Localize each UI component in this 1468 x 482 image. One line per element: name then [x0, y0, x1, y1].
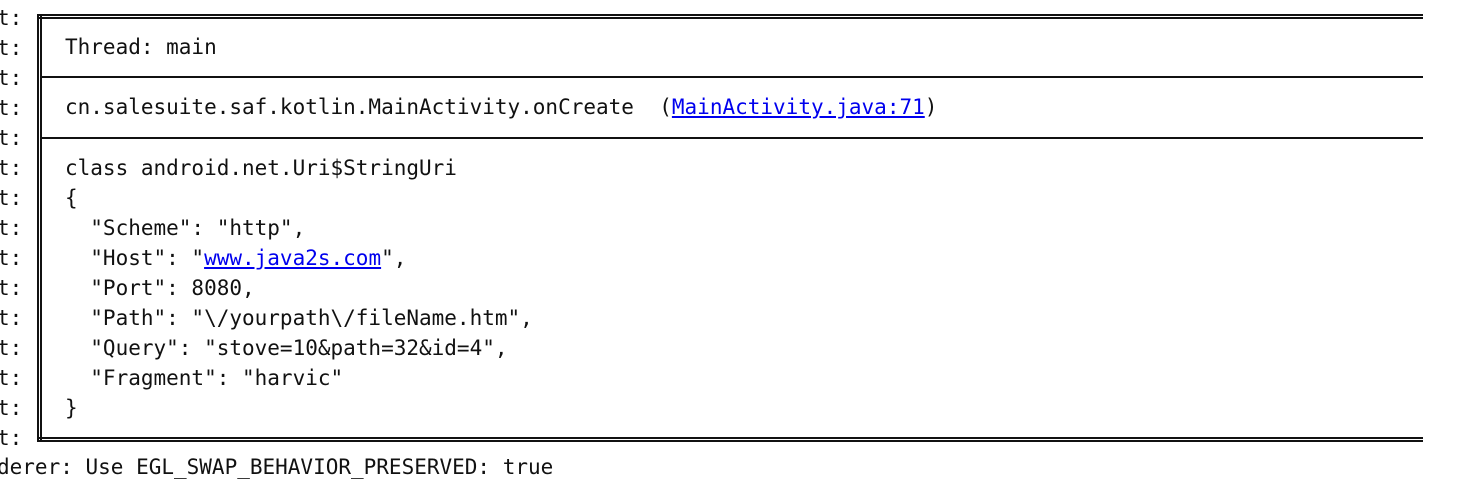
gutter-label: t:	[0, 396, 23, 420]
gutter-label: t:	[0, 246, 23, 270]
gutter-label: t:	[0, 156, 23, 180]
close-brace: }	[65, 396, 78, 420]
gutter-label: t:	[0, 126, 23, 150]
scheme-line: "Scheme": "http",	[65, 216, 306, 240]
thread-label: Thread: main	[65, 35, 217, 59]
gutter-label: t:	[0, 426, 23, 450]
query-line: "Query": "stove=10&path=32&id=4",	[65, 336, 508, 360]
gutter-label: t:	[0, 66, 23, 90]
log-box-left-border	[37, 14, 42, 442]
stack-close-paren: )	[924, 95, 938, 119]
gutter-label: t:	[0, 366, 23, 390]
host-line: "Host": "www.java2s.com",	[65, 243, 406, 273]
gutter-label: t:	[0, 6, 23, 30]
host-prefix: "Host": "	[65, 246, 205, 270]
renderer-log-line: derer: Use EGL_SWAP_BEHAVIOR_PRESERVED: …	[0, 455, 554, 479]
host-suffix: ",	[381, 246, 407, 270]
divider	[42, 76, 1423, 78]
port-line: "Port": 8080,	[65, 276, 255, 300]
fragment-line: "Fragment": "harvic"	[65, 366, 344, 390]
stack-open-paren: (	[659, 95, 672, 119]
gutter-label: t:	[0, 306, 23, 330]
path-line: "Path": "\/yourpath\/fileName.htm",	[65, 306, 533, 330]
gutter-label: t:	[0, 36, 23, 60]
source-file-link[interactable]: MainActivity.java:71	[672, 95, 925, 119]
class-line: class android.net.Uri$StringUri	[65, 156, 457, 180]
gutter-label: t:	[0, 96, 23, 120]
gutter-label: t:	[0, 276, 23, 300]
gutter-label: t:	[0, 216, 23, 240]
gutter-label: t:	[0, 186, 23, 210]
log-gutter: t: t: t: t: t: t: t: t: t: t: t: t: t: t…	[0, 0, 34, 474]
open-brace: {	[65, 186, 78, 210]
divider	[42, 137, 1423, 139]
host-link[interactable]: www.java2s.com	[204, 246, 381, 270]
stack-method: cn.salesuite.saf.kotlin.MainActivity.onC…	[65, 95, 660, 119]
stack-trace-line: cn.salesuite.saf.kotlin.MainActivity.onC…	[65, 92, 937, 122]
gutter-label: t:	[0, 336, 23, 360]
